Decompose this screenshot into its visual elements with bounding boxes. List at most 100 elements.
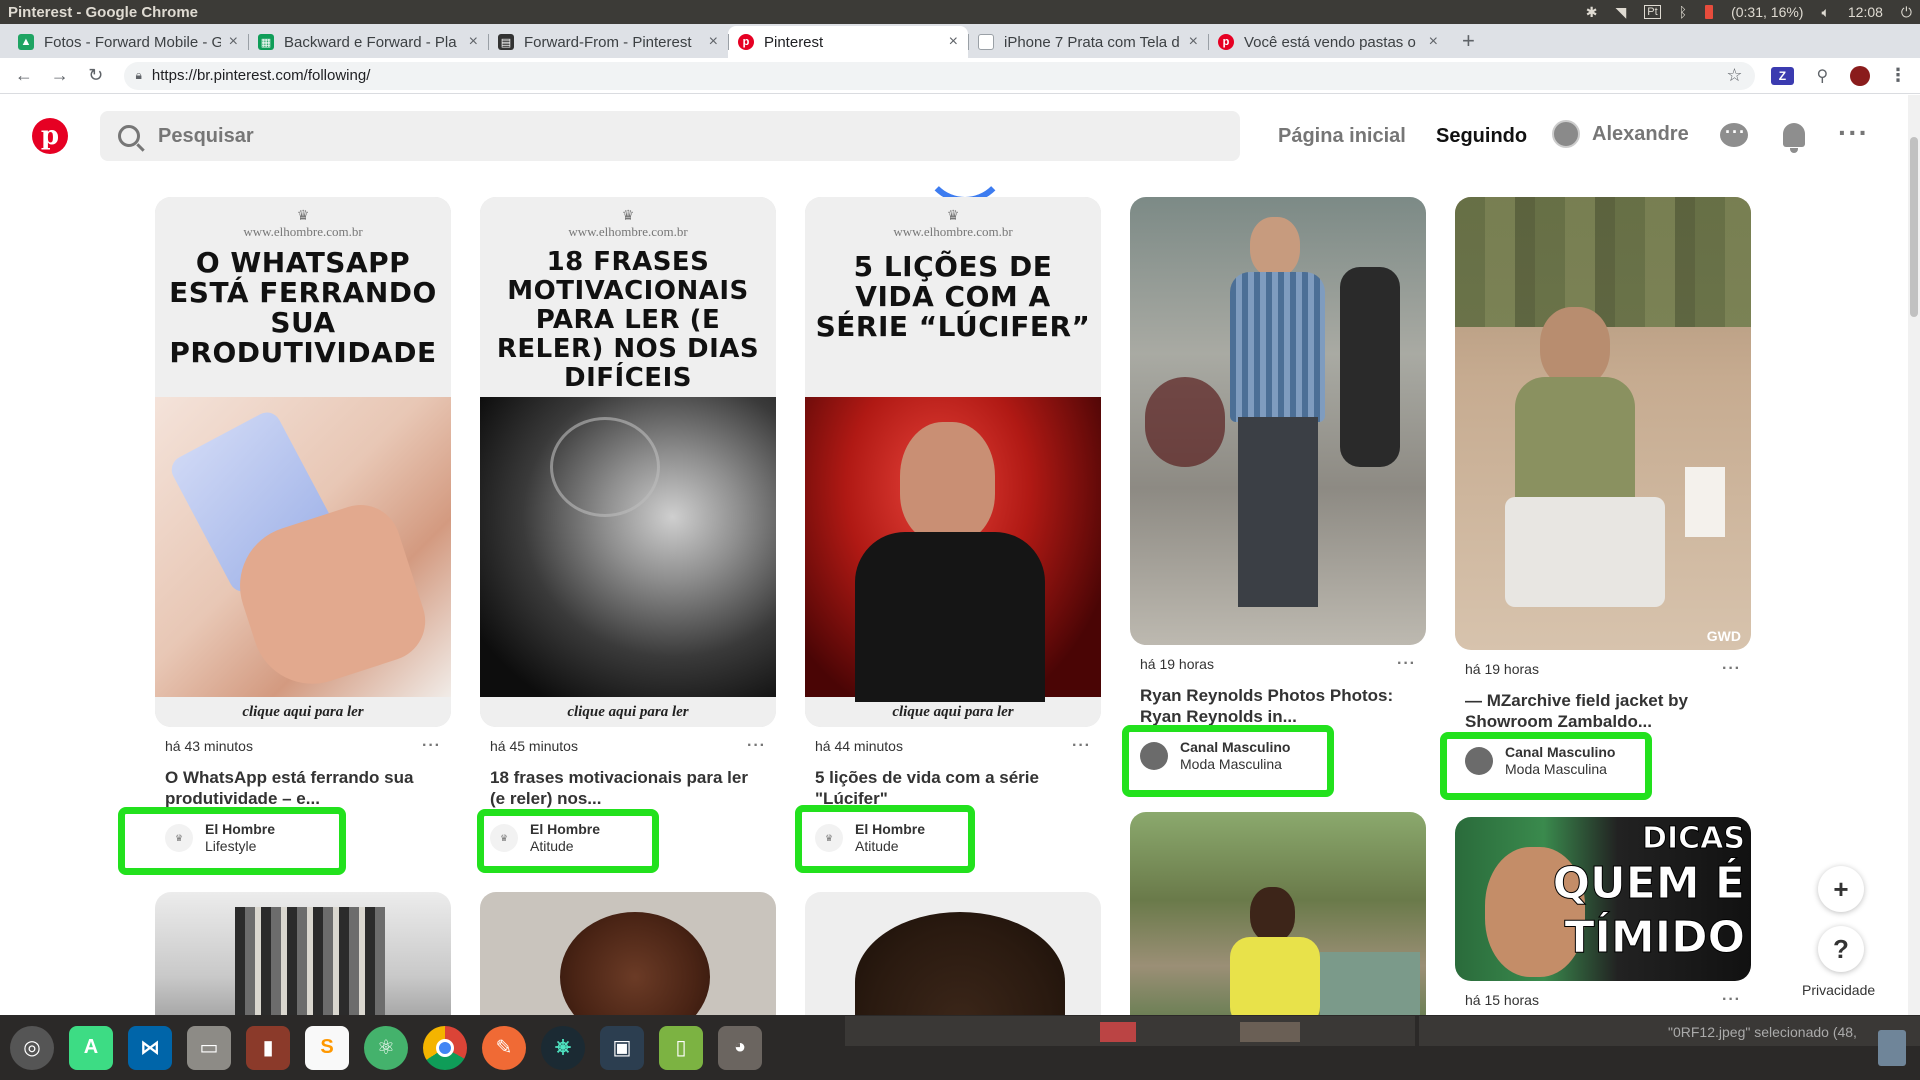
- pin-card[interactable]: [805, 892, 1101, 1015]
- crown-logo-icon: ♛: [946, 207, 960, 223]
- gitkraken-icon[interactable]: ⎈: [541, 1025, 585, 1070]
- battery-icon[interactable]: [1705, 5, 1714, 19]
- tab-pastas[interactable]: p Você está vendo pastas o ×: [1208, 26, 1448, 58]
- pin-card[interactable]: DICAS QUEM É TÍMIDO há 15 horas ···: [1455, 817, 1751, 1009]
- pin-time: há 19 horas: [1465, 661, 1539, 677]
- bookmark-star-icon[interactable]: ☆: [1726, 65, 1742, 86]
- privacy-link[interactable]: Privacidade: [1802, 982, 1875, 998]
- pin-image[interactable]: DICAS QUEM É TÍMIDO: [1455, 817, 1751, 981]
- pin-image[interactable]: GWD: [1455, 197, 1751, 650]
- wifi-icon[interactable]: ◥: [1616, 4, 1627, 21]
- chrome-icon[interactable]: [423, 1025, 467, 1070]
- book-app-icon[interactable]: ▮: [246, 1025, 290, 1070]
- more-options-icon[interactable]: ···: [422, 737, 441, 755]
- window-thumbnail[interactable]: [1240, 1022, 1300, 1042]
- battery-status[interactable]: (0:31, 16%): [1731, 4, 1803, 20]
- extension-pin-icon[interactable]: ⚲: [1810, 66, 1835, 85]
- close-tab-icon[interactable]: ×: [709, 33, 718, 51]
- following-link[interactable]: Seguindo: [1436, 125, 1527, 148]
- closet-photo[interactable]: [155, 892, 451, 1015]
- search-bar[interactable]: [100, 111, 1240, 161]
- ubuntu-menu-icon[interactable]: ◎: [10, 1025, 54, 1070]
- trash-icon[interactable]: [1878, 1030, 1906, 1066]
- window-thumbnail[interactable]: [1100, 1022, 1136, 1042]
- terminal-icon[interactable]: ▣: [600, 1025, 644, 1070]
- notifications-bell-icon[interactable]: [1780, 123, 1808, 153]
- gimp-icon[interactable]: ◕: [718, 1025, 762, 1070]
- bluetooth-icon[interactable]: ᛒ: [1679, 4, 1687, 20]
- pin-title[interactable]: — MZarchive field jacket by Showroom Zam…: [1455, 678, 1751, 732]
- pinterest-icon: p: [738, 34, 754, 50]
- profile-avatar[interactable]: [1850, 65, 1871, 86]
- close-tab-icon[interactable]: ×: [949, 33, 958, 51]
- more-options-icon[interactable]: ···: [1722, 660, 1741, 678]
- pin-image[interactable]: ♛ www.elhombre.com.br O WHATSAPP ESTÁ FE…: [155, 197, 451, 727]
- back-button[interactable]: ←: [10, 65, 38, 86]
- more-options-icon[interactable]: ···: [1838, 117, 1868, 148]
- pin-image[interactable]: ♛ www.elhombre.com.br 5 LIÇÕES DE VIDA C…: [805, 197, 1101, 727]
- card-cta: clique aqui para ler: [480, 697, 776, 727]
- search-input[interactable]: [158, 124, 1058, 148]
- pin-card[interactable]: ♛ www.elhombre.com.br O WHATSAPP ESTÁ FE…: [155, 197, 451, 855]
- more-options-icon[interactable]: ···: [1722, 991, 1741, 1009]
- pin-title[interactable]: O WhatsApp está ferrando sua produtivida…: [155, 755, 451, 809]
- pin-card[interactable]: ♛ www.elhombre.com.br 5 LIÇÕES DE VIDA C…: [805, 197, 1101, 855]
- close-tab-icon[interactable]: ×: [1189, 33, 1198, 51]
- atom-icon[interactable]: ⚛: [364, 1025, 408, 1070]
- pencil-app-icon[interactable]: ✎: [482, 1025, 526, 1070]
- messages-icon[interactable]: [1720, 122, 1748, 151]
- pin-title[interactable]: 18 frases motivacionais para ler (e rele…: [480, 755, 776, 809]
- pin-card[interactable]: há 19 horas ··· Ryan Reynolds Photos Phot…: [1130, 197, 1426, 773]
- files-icon[interactable]: ▭: [187, 1025, 231, 1070]
- android-device-icon[interactable]: ▯: [659, 1025, 703, 1070]
- add-button[interactable]: +: [1818, 866, 1864, 912]
- pinterest-logo[interactable]: p: [32, 118, 68, 154]
- chrome-menu-icon[interactable]: ⋮: [1886, 65, 1910, 85]
- more-options-icon[interactable]: ···: [1397, 655, 1416, 673]
- vscode-icon[interactable]: ⋈: [128, 1025, 172, 1070]
- hairstyle-photo[interactable]: [805, 892, 1101, 1015]
- pin-card[interactable]: ♛ www.elhombre.com.br 18 FRASES MOTIVACI…: [480, 197, 776, 855]
- settings-icon[interactable]: ✱: [1586, 4, 1598, 21]
- pin-image[interactable]: ♛ www.elhombre.com.br 18 FRASES MOTIVACI…: [480, 197, 776, 727]
- tab-pinterest[interactable]: p Pinterest ×: [728, 26, 968, 58]
- tab-label: Você está vendo pastas o: [1244, 33, 1416, 51]
- curly-hair-man-photo[interactable]: [480, 892, 776, 1015]
- close-tab-icon[interactable]: ×: [1429, 33, 1438, 51]
- google-sheets-icon: ▦: [258, 34, 274, 50]
- man-yellow-shirt-photo[interactable]: [1130, 812, 1426, 1015]
- power-icon[interactable]: ⏻: [1901, 4, 1912, 21]
- forward-button[interactable]: →: [46, 65, 74, 86]
- pin-title[interactable]: Ryan Reynolds Photos Photos: Ryan Reynol…: [1130, 673, 1426, 727]
- clock[interactable]: 12:08: [1848, 4, 1883, 20]
- user-profile-link[interactable]: Alexandre: [1552, 120, 1689, 148]
- close-tab-icon[interactable]: ×: [469, 33, 478, 51]
- url-text[interactable]: https://br.pinterest.com/following/: [152, 67, 370, 84]
- extension-z-icon[interactable]: Z: [1770, 66, 1795, 85]
- tab-backward-forward[interactable]: ▦ Backward e Forward - Pla ×: [248, 26, 488, 58]
- pin-title[interactable]: 5 lições de vida com a série "Lúcifer": [805, 755, 1101, 809]
- new-tab-button[interactable]: +: [1448, 28, 1489, 58]
- volume-icon[interactable]: 🔈︎: [1821, 4, 1829, 21]
- more-options-icon[interactable]: ···: [747, 737, 766, 755]
- reload-button[interactable]: ↻: [82, 65, 110, 86]
- pin-image[interactable]: [1130, 197, 1426, 645]
- tab-forward-from[interactable]: ▤ Forward-From - Pinterest ×: [488, 26, 728, 58]
- address-bar[interactable]: 🔒︎ https://br.pinterest.com/following/ ☆: [123, 61, 1755, 90]
- sublime-text-icon[interactable]: S: [305, 1025, 349, 1070]
- scrollbar-thumb[interactable]: [1910, 137, 1918, 317]
- more-options-icon[interactable]: ···: [1072, 737, 1091, 755]
- tab-fotos[interactable]: ▲ Fotos - Forward Mobile - G ×: [8, 26, 248, 58]
- keyboard-layout-icon[interactable]: Pt: [1644, 5, 1661, 19]
- pin-card[interactable]: GWD há 19 horas ··· — MZarchive field jac…: [1455, 197, 1751, 778]
- home-link[interactable]: Página inicial: [1278, 125, 1406, 148]
- pin-card[interactable]: [1130, 812, 1426, 1015]
- pin-card[interactable]: [480, 892, 776, 1015]
- pin-card[interactable]: [155, 892, 451, 1015]
- lock-icon[interactable]: 🔒︎: [136, 68, 142, 83]
- page-scrollbar[interactable]: [1908, 95, 1920, 1015]
- android-studio-icon[interactable]: A: [69, 1025, 113, 1070]
- tab-iphone[interactable]: iPhone 7 Prata com Tela d ×: [968, 26, 1208, 58]
- help-button[interactable]: ?: [1818, 926, 1864, 972]
- close-tab-icon[interactable]: ×: [229, 33, 238, 51]
